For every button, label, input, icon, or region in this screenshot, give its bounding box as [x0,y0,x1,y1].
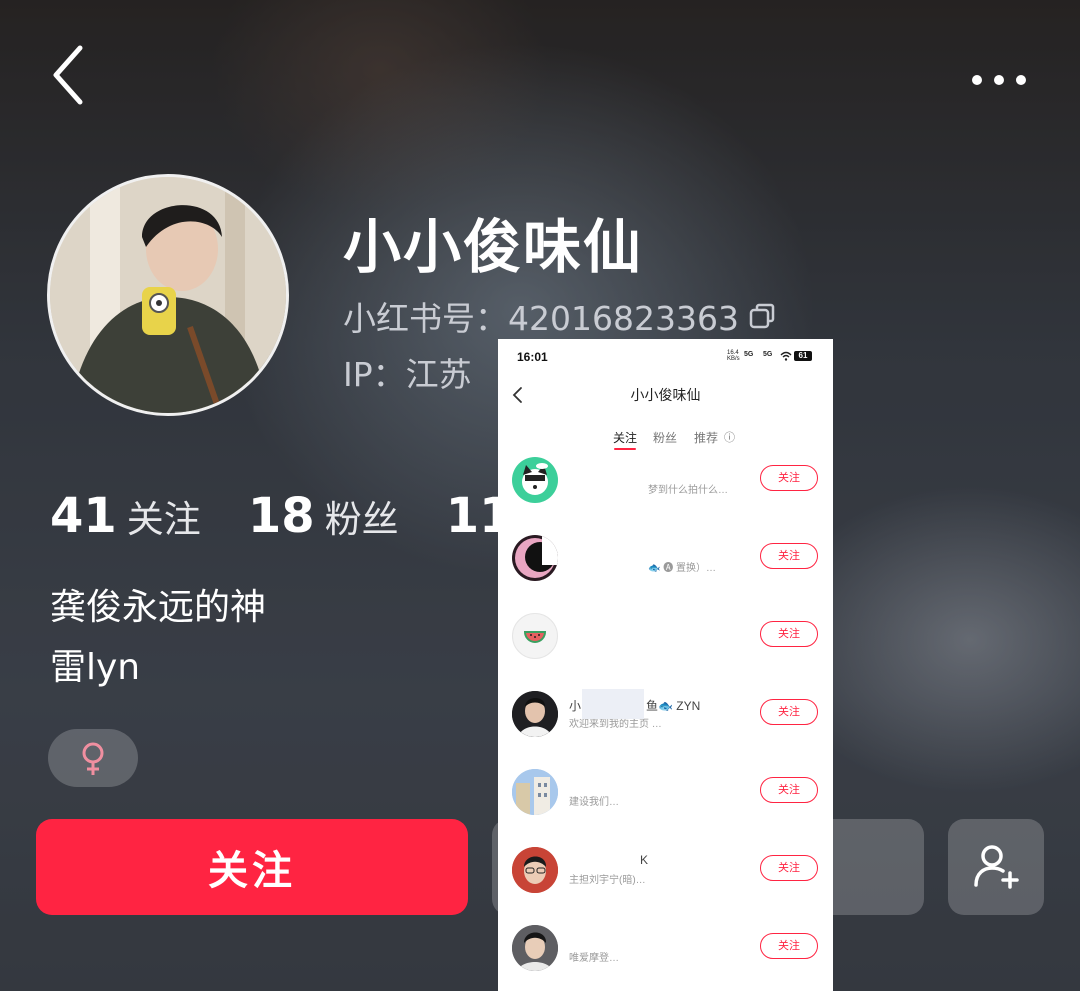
profile-red-id: 小红书号：42016823363 [343,299,739,338]
user-desc: 唯爱摩登… [569,953,619,964]
user-name-tail: K [640,853,649,867]
follow-button[interactable]: 关注 [760,621,818,647]
profile-ip-location: IP：江苏 [343,355,472,394]
bio-line-2: 雷lyn [50,647,141,688]
follow-button[interactable]: 关注 [760,933,818,959]
more-dots-icon [972,75,1026,85]
more-options-button[interactable] [960,60,1040,100]
user-avatar[interactable] [512,691,558,737]
follow-button[interactable]: 关注 [36,819,468,915]
female-symbol-icon [82,742,104,775]
follow-button[interactable]: 关注 [760,543,818,569]
add-friend-button[interactable] [948,819,1044,915]
profile-nickname: 小小俊味仙 [343,213,644,281]
profile-bio: 龚俊永远的神 雷lyn [50,578,266,698]
stat-fans[interactable]: 18 粉丝 [248,488,399,544]
signal-2: 5G [763,351,773,358]
redaction-block [582,689,644,719]
follow-button[interactable]: 关注 [760,855,818,881]
person-photo-avatar [512,691,558,737]
list-item[interactable]: 🐟 🅐 置换）… 关注 [498,517,833,595]
user-avatar[interactable] [512,847,558,893]
status-time: 16:01 [517,350,548,364]
bio-line-1: 龚俊永远的神 [50,587,267,628]
back-button[interactable] [44,40,100,110]
building-photo-avatar [512,769,558,815]
user-avatar[interactable] [512,535,558,581]
copy-id-button[interactable] [748,302,776,330]
follow-button[interactable]: 关注 [760,465,818,491]
watermelon-icon [523,631,547,643]
stat-following[interactable]: 41 关注 [50,488,201,544]
net-speed-unit: KB/s [727,356,740,362]
list-item[interactable]: 梦到什么拍什么… 关注 [498,439,833,517]
stat-fans-count: 18 [247,488,315,544]
user-avatar[interactable] [512,769,558,815]
stat-following-label: 关注 [126,498,201,541]
user-name-tail: 鱼🐟 ZYN [646,699,701,713]
gender-tag [48,729,138,787]
list-item[interactable]: K 主担刘宇宁(暗)… 关注 [498,829,833,907]
user-avatar[interactable] [512,613,558,659]
profile-avatar[interactable] [47,174,289,416]
list-item[interactable]: 唯爱摩登… 关注 [498,907,833,985]
status-net-speed: 16.4 KB/s [727,350,740,362]
embedded-following-list-screenshot: 16:01 16.4 KB/s 5G 5G 61 小小俊味仙 关注 粉丝 推荐 … [498,339,833,991]
add-user-icon [974,845,1019,889]
stat-following-count: 41 [50,488,117,544]
user-desc: 建设我们… [569,797,619,808]
avatar-portrait-image [50,177,286,413]
user-desc: 主担刘宇宁(暗)… [569,875,646,886]
battery-icon: 61 [794,351,812,361]
signal-1: 5G [744,351,754,358]
phone-page-title: 小小俊味仙 [630,387,701,403]
phone-status-bar: 16:01 16.4 KB/s 5G 5G 61 [498,339,833,375]
user-avatar[interactable] [512,457,558,503]
list-item[interactable]: 关注 [498,595,833,673]
follow-button[interactable]: 关注 [760,699,818,725]
wifi-icon [780,351,792,361]
chevron-left-icon [53,45,83,105]
list-item[interactable]: 小 鱼🐟 ZYN 欢迎来到我的主页 … 关注 [498,673,833,751]
user-desc: 梦到什么拍什么… [648,485,728,496]
user-desc: 🐟 🅐 置换）… [648,563,717,574]
person-photo-avatar [512,847,558,893]
cartoon-dog-avatar [522,463,548,495]
person-photo-avatar [512,925,558,971]
follow-button[interactable]: 关注 [760,777,818,803]
user-name: 小 [569,699,582,713]
user-avatar[interactable] [512,925,558,971]
copy-icon [749,303,775,329]
list-item[interactable]: 建设我们… 关注 [498,751,833,829]
stat-fans-label: 粉丝 [324,498,399,541]
silhouette-avatar [515,535,558,578]
